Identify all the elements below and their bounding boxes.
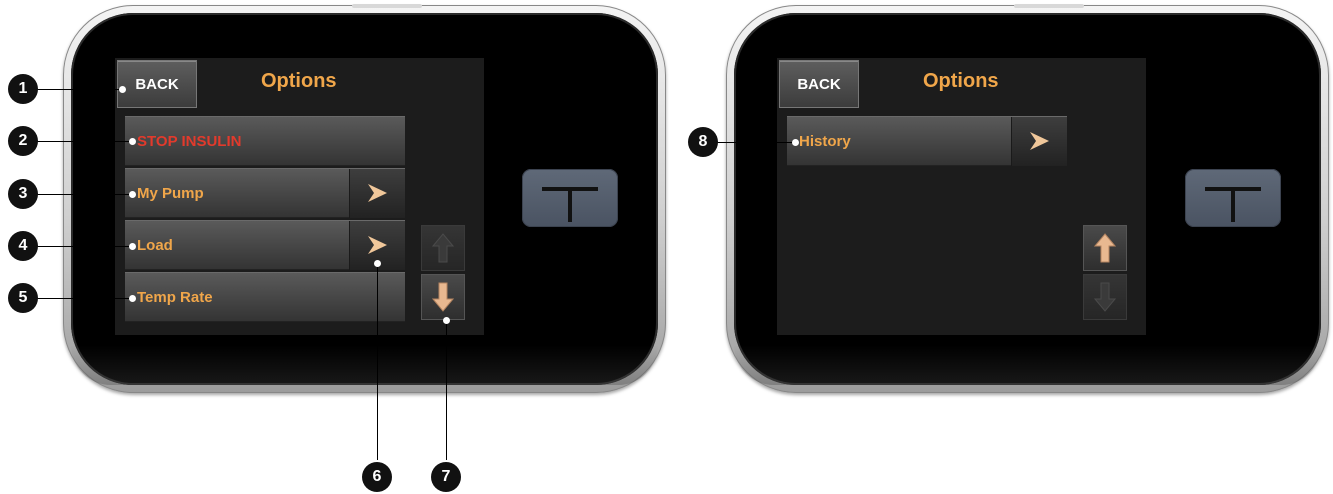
callout-dot <box>119 86 126 93</box>
home-button[interactable] <box>1185 169 1281 227</box>
scroll-down-button[interactable] <box>421 274 465 320</box>
menu-item-load[interactable]: Load <box>125 220 405 270</box>
chevron-right-icon <box>1030 132 1049 150</box>
arrow-down-icon <box>432 282 454 312</box>
callout-marker: 8 <box>688 127 718 157</box>
chevron-right-icon <box>368 236 387 254</box>
screen-title: Options <box>923 70 999 92</box>
menu-arrow-button[interactable] <box>349 169 405 218</box>
arrow-up-icon <box>1094 233 1116 263</box>
menu-item-stop-insulin[interactable]: STOP INSULIN <box>125 116 405 166</box>
menu-item-label: Temp Rate <box>137 289 213 306</box>
callout-leader <box>446 320 447 460</box>
menu-arrow-button[interactable] <box>1011 117 1067 166</box>
callout-leader <box>377 264 378 460</box>
callout-dot <box>129 243 136 250</box>
callout-leader <box>36 141 132 142</box>
menu-item-my-pump[interactable]: My Pump <box>125 168 405 218</box>
back-button[interactable]: BACK <box>779 60 859 108</box>
top-notch <box>352 4 422 8</box>
callout-marker: 2 <box>8 126 38 156</box>
callout-dot <box>374 260 381 267</box>
t-logo-stem <box>1231 187 1235 222</box>
callout-leader <box>712 142 796 143</box>
menu-item-label: History <box>799 133 851 150</box>
callout-dot <box>129 295 136 302</box>
arrow-up-icon <box>432 233 454 263</box>
screen-right: BACK Options History <box>777 58 1146 335</box>
home-button[interactable] <box>522 169 618 227</box>
menu-item-label: My Pump <box>137 185 204 202</box>
scroll-up-button[interactable] <box>1083 225 1127 271</box>
screen-left: BACK Options STOP INSULIN My Pump Load T… <box>115 58 484 335</box>
t-logo-stem <box>568 187 572 222</box>
callout-leader <box>36 298 132 299</box>
callout-marker: 5 <box>8 283 38 313</box>
callout-dot <box>129 191 136 198</box>
chevron-right-icon <box>368 184 387 202</box>
screen-title: Options <box>261 70 337 92</box>
callout-marker: 4 <box>8 231 38 261</box>
bezel-glare <box>734 345 1321 385</box>
menu-item-label: Load <box>137 237 173 254</box>
menu-item-temp-rate[interactable]: Temp Rate <box>125 272 405 322</box>
back-button[interactable]: BACK <box>117 60 197 108</box>
callout-marker: 6 <box>362 462 392 492</box>
callout-dot <box>443 317 450 324</box>
callout-dot <box>792 139 799 146</box>
menu-item-label: STOP INSULIN <box>137 133 242 150</box>
callout-dot <box>129 138 136 145</box>
arrow-down-icon <box>1094 282 1116 312</box>
callout-leader <box>36 89 122 90</box>
callout-marker: 3 <box>8 179 38 209</box>
bezel-glare <box>71 345 658 385</box>
callout-marker: 7 <box>431 462 461 492</box>
top-notch <box>1014 4 1084 8</box>
scroll-up-button[interactable] <box>421 225 465 271</box>
callout-marker: 1 <box>8 74 38 104</box>
menu-item-history[interactable]: History <box>787 116 1067 166</box>
callout-leader <box>36 194 132 195</box>
scroll-down-button[interactable] <box>1083 274 1127 320</box>
callout-leader <box>36 246 132 247</box>
